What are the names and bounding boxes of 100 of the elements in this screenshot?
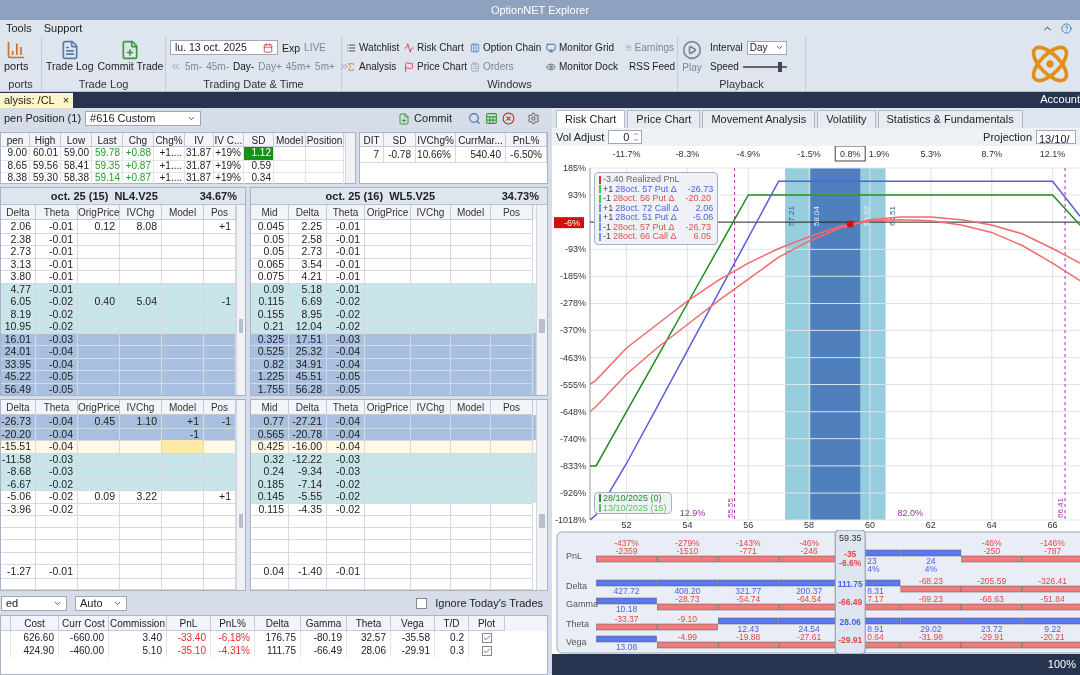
window-button[interactable]: Monitor Grid	[546, 40, 626, 55]
plot-checkbox[interactable]	[482, 632, 492, 643]
table-cell: -0.04	[327, 440, 365, 454]
mode-dropdown[interactable]: Auto	[75, 595, 127, 611]
column-header[interactable]: PnL%	[506, 133, 547, 147]
step-button[interactable]: Day-	[233, 59, 255, 74]
table-cell: 31.87	[185, 159, 214, 173]
percent-label: 8.7%	[981, 149, 1002, 159]
tab[interactable]: Risk Chart	[556, 110, 626, 128]
table-cell: 176.75	[255, 631, 301, 644]
column-header[interactable]: CurrMar...	[456, 133, 506, 147]
tab[interactable]: Price Chart	[627, 110, 701, 128]
spreadsheet-icon[interactable]	[485, 112, 498, 125]
table-cell: 10.66%	[416, 147, 456, 163]
window-button[interactable]: Analysis	[346, 59, 404, 74]
column-header[interactable]: pen	[1, 133, 30, 147]
ribbon-button[interactable]: Trade Log	[46, 40, 94, 73]
column-header[interactable]: Last	[92, 133, 123, 147]
plot-checkbox[interactable]	[482, 645, 492, 656]
scrollbar[interactable]	[236, 205, 245, 395]
slider-thumb[interactable]	[778, 61, 783, 72]
line-label: 66.41	[1056, 497, 1066, 518]
filter-dropdown[interactable]: ed	[1, 595, 67, 611]
window-button[interactable]: Watchlist	[346, 40, 404, 55]
tab[interactable]: Movement Analysis	[702, 110, 816, 128]
column-header[interactable]: Curr Cost	[59, 616, 109, 631]
column-header[interactable]: Vega	[391, 616, 435, 631]
table-cell: 2.73	[289, 245, 327, 259]
greek-value: 8.31	[867, 586, 884, 596]
commit-button[interactable]: Commit	[398, 110, 452, 127]
vol-adjust-spinner[interactable]: 0	[608, 130, 643, 144]
menu-item[interactable]: Support	[37, 19, 89, 37]
search-icon[interactable]	[468, 112, 481, 125]
scrollbar[interactable]	[345, 133, 355, 183]
table-row[interactable]	[251, 540, 536, 553]
exp-button[interactable]: Exp	[282, 40, 301, 55]
window-button[interactable]: Option Chain	[470, 40, 546, 55]
table-cell: 31.87	[185, 172, 214, 186]
column-header[interactable]: Low	[61, 133, 92, 147]
window-button[interactable]: Risk Chart	[404, 40, 470, 55]
projection-field[interactable]: 13/10/	[1036, 130, 1076, 144]
tab[interactable]: Volatility	[817, 110, 876, 128]
document-tab[interactable]: alysis: /CL ×	[0, 93, 74, 108]
settings-icon[interactable]	[527, 112, 540, 125]
column-header[interactable]: IV	[185, 133, 214, 147]
window-button[interactable]: RSS Feed	[626, 59, 674, 74]
window-title: OptionNET Explorer	[490, 2, 590, 18]
greek-value: -4.99	[677, 632, 698, 642]
table-cell: 28.06	[347, 644, 391, 657]
scrollbar[interactable]	[536, 400, 547, 590]
column-header[interactable]: PnL	[167, 616, 211, 631]
column-header[interactable]: IV C...	[214, 133, 244, 147]
tab[interactable]: Statistics & Fundamentals	[877, 110, 1023, 128]
close-icon[interactable]	[502, 112, 515, 125]
table-row[interactable]: 0.045 2.25 -0.01	[251, 220, 536, 233]
scrollbar[interactable]	[236, 400, 245, 590]
column-header[interactable]: Cost	[11, 616, 59, 631]
column-header[interactable]: IVChg%	[416, 133, 456, 147]
column-header[interactable]: Model	[274, 133, 306, 147]
menu-item[interactable]: Tools	[0, 19, 38, 37]
table-cell: 45.22	[1, 370, 36, 384]
checkbox[interactable]	[416, 597, 428, 609]
rewind-icon[interactable]	[170, 61, 181, 72]
window-button[interactable]: Price Chart	[404, 59, 470, 74]
greek-value: 23	[867, 556, 877, 566]
iv-label: 34.67%	[199, 188, 237, 204]
column-header[interactable]: T/D	[435, 616, 469, 631]
speed-slider[interactable]	[742, 61, 787, 72]
legend-value: -5.06	[691, 213, 714, 223]
legend-text: 28oct. 57 Put Δ	[615, 184, 678, 194]
column-header[interactable]: PnL%	[211, 616, 255, 631]
table-row[interactable]: -26.73 -0.04 0.45 1.10 +1 -1	[1, 415, 236, 428]
column-header[interactable]: Delta	[255, 616, 301, 631]
date-field[interactable]: lu. 13 oct. 2025	[170, 40, 278, 55]
column-header[interactable]: DIT	[360, 133, 384, 147]
table-row[interactable]: 0.77 -27.21 -0.04	[251, 415, 536, 428]
projection-label: Projection	[983, 129, 1032, 145]
forward-icon[interactable]	[338, 61, 350, 72]
column-header[interactable]: Commission	[109, 616, 167, 631]
column-header[interactable]: Gamma	[301, 616, 347, 631]
column-header[interactable]: High	[30, 133, 61, 147]
help-icon[interactable]	[1061, 22, 1072, 34]
scrollbar[interactable]	[536, 205, 547, 395]
column-header[interactable]: Chg	[123, 133, 154, 147]
table-row[interactable]: 0.04 -1.40 -0.01	[251, 565, 536, 578]
table-cell: -35.58	[391, 631, 435, 644]
column-header[interactable]: Position	[306, 133, 344, 147]
interval-dropdown[interactable]: Day	[746, 40, 787, 55]
close-tab-button[interactable]: ×	[62, 95, 70, 106]
column-header[interactable]: Theta	[347, 616, 391, 631]
table-row[interactable]: -1.27 -0.01	[1, 565, 236, 578]
ribbon-button[interactable]: Commit Trade	[97, 40, 164, 73]
column-header[interactable]: Plot	[469, 616, 505, 631]
column-header[interactable]: SD	[384, 133, 416, 147]
window-button[interactable]: Monitor Dock	[546, 59, 626, 74]
table-row[interactable]: 2.06 -0.01 0.12 8.08 +1	[1, 220, 236, 233]
table-row[interactable]	[1, 540, 236, 553]
position-dropdown[interactable]: #616 Custom	[85, 111, 202, 126]
reports-button[interactable]: ports	[4, 40, 29, 73]
column-header[interactable]: Chg%	[154, 133, 185, 147]
